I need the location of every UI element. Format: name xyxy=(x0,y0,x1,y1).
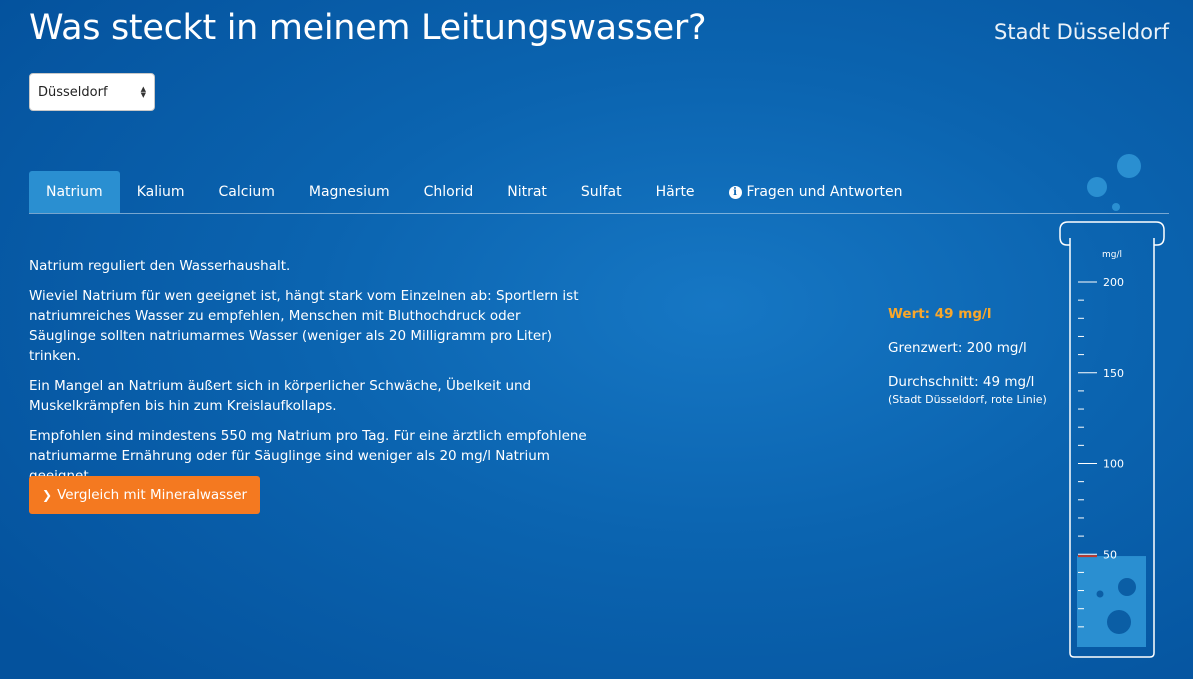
tab-label: Kalium xyxy=(136,184,185,200)
compare-button-label: Vergleich mit Mineralwasser xyxy=(57,487,248,503)
tab-label: Magnesium xyxy=(308,184,390,200)
tab-natrium[interactable]: Natrium xyxy=(29,171,120,213)
tab-label: Calcium xyxy=(218,184,275,200)
average-value: Durchschnitt: 49 mg/l xyxy=(888,374,1035,390)
measuring-tube: mg/l 50 100 150 200 xyxy=(1059,154,1165,658)
tab-label: Nitrat xyxy=(507,184,547,200)
tick-label: 50 xyxy=(1103,548,1117,561)
tab-label: Härte xyxy=(655,184,695,200)
mineral-description: Natrium reguliert den Wasserhaushalt. Wi… xyxy=(29,256,589,496)
tab-nitrat[interactable]: Nitrat xyxy=(490,171,564,213)
value-panel: Wert: 49 mg/l Grenzwert: 200 mg/l Durchs… xyxy=(888,304,1047,408)
info-icon: i xyxy=(728,185,742,199)
bubble-icon xyxy=(1112,203,1120,211)
bubble-icon xyxy=(1096,590,1104,598)
tab-label: Natrium xyxy=(46,184,103,200)
tab-chlorid[interactable]: Chlorid xyxy=(407,171,491,213)
city-select-value: Düsseldorf xyxy=(38,84,108,100)
tab-haerte[interactable]: Härte xyxy=(639,171,712,213)
tab-label: Fragen und Antworten xyxy=(746,184,903,200)
tick-label: 200 xyxy=(1103,276,1124,289)
mineral-tabs: Natrium Kalium Calcium Magnesium Chlorid… xyxy=(29,171,1169,214)
bubble-icon xyxy=(1087,177,1107,197)
select-arrows-icon: ▲ ▼ xyxy=(140,85,146,99)
tube-rim xyxy=(1059,221,1165,246)
limit-value: Grenzwert: 200 mg/l xyxy=(888,340,1027,356)
description-paragraph: Natrium reguliert den Wasserhaushalt. xyxy=(29,258,291,274)
tab-fragen-und-antworten[interactable]: i Fragen und Antworten xyxy=(712,171,920,213)
average-note: (Stadt Düsseldorf, rote Linie) xyxy=(888,393,1047,406)
city-name: Stadt Düsseldorf xyxy=(994,20,1169,44)
tab-sulfat[interactable]: Sulfat xyxy=(564,171,639,213)
compare-mineral-water-button[interactable]: ❯ Vergleich mit Mineralwasser xyxy=(29,476,261,514)
unit-label: mg/l xyxy=(1102,250,1122,260)
tick-label: 100 xyxy=(1103,458,1124,471)
bubble-icon xyxy=(1117,154,1141,178)
chevron-right-icon: ❯ xyxy=(42,488,53,502)
description-paragraph: Ein Mangel an Natrium äußert sich in kör… xyxy=(29,378,532,414)
tab-label: Chlorid xyxy=(423,184,474,200)
city-select[interactable]: Düsseldorf ▲ ▼ xyxy=(29,73,155,111)
description-paragraph: Wieviel Natrium für wen geeignet ist, hä… xyxy=(29,288,579,364)
tab-label: Sulfat xyxy=(580,184,622,200)
current-value: Wert: 49 mg/l xyxy=(888,306,992,322)
bubble-icon xyxy=(1107,610,1131,634)
bubble-icon xyxy=(1118,578,1136,596)
tab-magnesium[interactable]: Magnesium xyxy=(292,171,407,213)
water-fill xyxy=(1077,556,1146,647)
tab-kalium[interactable]: Kalium xyxy=(120,171,202,213)
page-title: Was steckt in meinem Leitungswasser? xyxy=(29,8,707,48)
tab-calcium[interactable]: Calcium xyxy=(202,171,292,213)
tick-label: 150 xyxy=(1103,367,1124,380)
